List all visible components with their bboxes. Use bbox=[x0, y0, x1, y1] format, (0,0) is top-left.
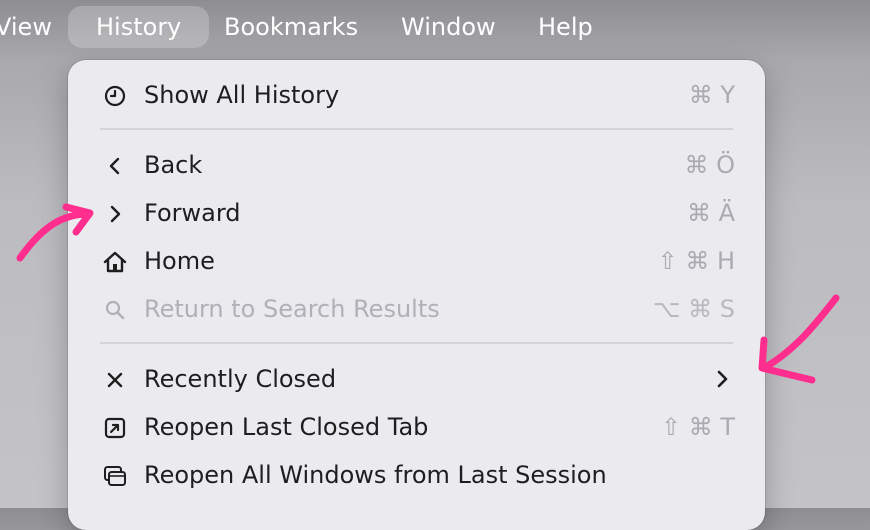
right-annotation-arrow-icon bbox=[760, 294, 840, 372]
annotation-arrows bbox=[16, 203, 840, 384]
left-annotation-arrow-icon bbox=[16, 210, 92, 262]
